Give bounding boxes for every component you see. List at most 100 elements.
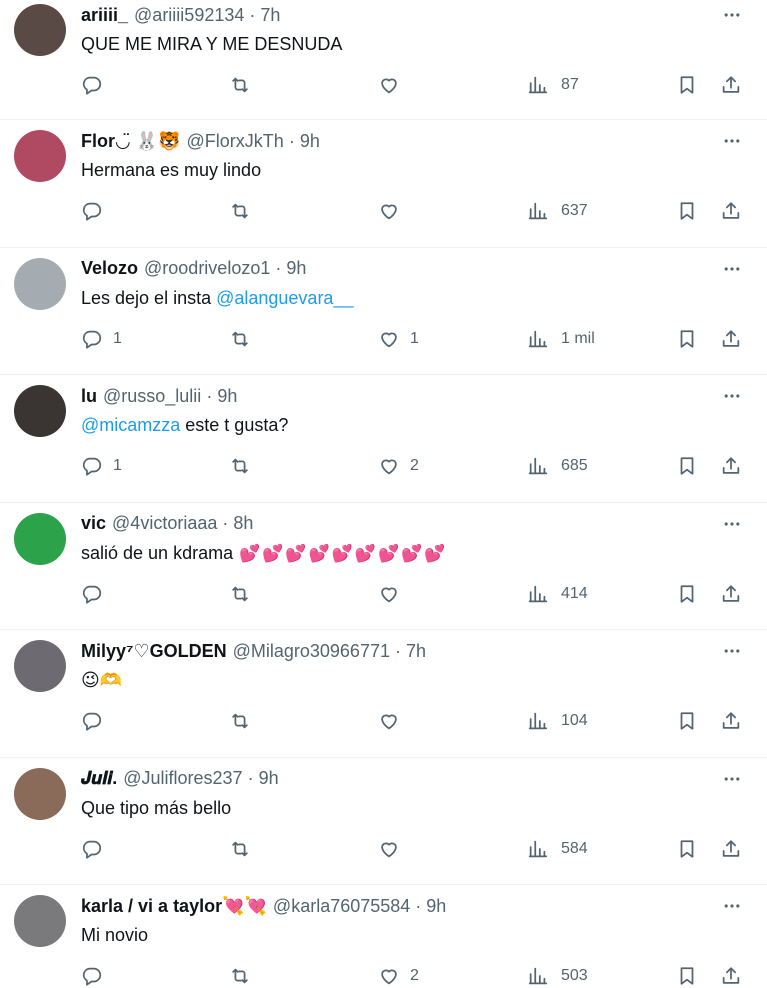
like-button[interactable] — [378, 709, 410, 733]
reply-button[interactable] — [81, 709, 113, 733]
tweet[interactable]: Milyy⁷♡GOLDEN @Milagro30966771 · 7h 😉🫶 1… — [0, 630, 767, 758]
user-handle[interactable]: @russo_lulii — [103, 386, 201, 407]
reply-button[interactable] — [81, 199, 113, 223]
tweet[interactable]: ariiii_ @ariiii592134 · 7h QUE ME MIRA Y… — [0, 0, 767, 120]
bookmark-button[interactable] — [676, 199, 698, 223]
retweet-button[interactable] — [229, 582, 261, 606]
more-options-button[interactable] — [719, 385, 745, 407]
views-button[interactable]: 584 — [527, 837, 588, 861]
user-handle[interactable]: @FlorxJkTh — [187, 131, 284, 152]
share-button[interactable] — [720, 837, 742, 861]
share-button[interactable] — [720, 199, 742, 223]
share-button[interactable] — [720, 964, 742, 988]
retweet-button[interactable] — [229, 199, 261, 223]
tweet[interactable]: Flor ◡̈ 🐰🐯 @FlorxJkTh · 9h Hermana es mu… — [0, 120, 767, 248]
views-button[interactable]: 87 — [527, 73, 579, 97]
reply-button[interactable]: 1 — [81, 327, 122, 351]
display-name[interactable]: 𝑱𝒖𝒍𝒊. — [81, 768, 117, 789]
avatar[interactable] — [14, 385, 66, 437]
user-handle[interactable]: @4victoriaaa — [112, 513, 217, 534]
avatar[interactable] — [14, 895, 66, 947]
avatar[interactable] — [14, 767, 66, 820]
avatar[interactable] — [14, 512, 66, 565]
reply-button[interactable] — [81, 582, 113, 606]
share-button[interactable] — [720, 454, 742, 478]
timestamp[interactable]: 9h — [426, 896, 446, 917]
display-name[interactable]: Flor — [81, 131, 115, 152]
bookmark-button[interactable] — [676, 73, 698, 97]
like-button[interactable]: 2 — [378, 454, 419, 478]
like-button[interactable] — [378, 582, 410, 606]
retweet-button[interactable] — [229, 73, 261, 97]
display-name[interactable]: ariiii_ — [81, 5, 128, 26]
more-options-button[interactable] — [719, 258, 745, 280]
views-button[interactable]: 503 — [527, 964, 588, 988]
bookmark-button[interactable] — [676, 964, 698, 988]
user-handle[interactable]: @ariiii592134 — [134, 5, 244, 26]
more-options-button[interactable] — [719, 4, 745, 26]
tweet[interactable]: karla / vi a taylor 💘💘 @karla76075584 · … — [0, 885, 767, 988]
tweet[interactable]: Velozo @roodrivelozo1 · 9h Les dejo el i… — [0, 248, 767, 375]
timestamp[interactable]: 7h — [406, 641, 426, 662]
display-name[interactable]: karla / vi a taylor — [81, 896, 222, 917]
retweet-button[interactable] — [229, 964, 261, 988]
views-button[interactable]: 1 mil — [527, 327, 595, 351]
tweet[interactable]: 𝑱𝒖𝒍𝒊. @Juliflores237 · 9h Que tipo más b… — [0, 758, 767, 885]
views-button[interactable]: 637 — [527, 199, 588, 223]
like-button[interactable] — [378, 837, 410, 861]
timestamp[interactable]: 9h — [217, 386, 237, 407]
share-button[interactable] — [720, 709, 742, 733]
reply-button[interactable]: 1 — [81, 454, 122, 478]
bookmark-button[interactable] — [676, 454, 698, 478]
more-options-button[interactable] — [719, 895, 745, 917]
retweet-button[interactable] — [229, 837, 261, 861]
mention-link[interactable]: @micamzza — [81, 415, 180, 435]
more-options-button[interactable] — [719, 130, 745, 152]
retweet-button[interactable] — [229, 327, 261, 351]
views-button[interactable]: 104 — [527, 709, 588, 733]
retweet-button[interactable] — [229, 709, 261, 733]
share-button[interactable] — [720, 327, 742, 351]
like-button[interactable] — [378, 73, 410, 97]
display-name[interactable]: lu — [81, 386, 97, 407]
more-options-button[interactable] — [719, 640, 745, 662]
views-button[interactable]: 414 — [527, 582, 588, 606]
reply-button[interactable] — [81, 73, 113, 97]
user-handle[interactable]: @Milagro30966771 — [233, 641, 390, 662]
bookmark-button[interactable] — [676, 709, 698, 733]
timestamp[interactable]: 9h — [286, 258, 306, 279]
timestamp[interactable]: 8h — [233, 513, 253, 534]
like-button[interactable]: 1 — [378, 327, 419, 351]
display-name[interactable]: Milyy⁷♡GOLDEN — [81, 641, 227, 662]
avatar[interactable] — [14, 640, 66, 692]
avatar[interactable] — [14, 257, 66, 310]
like-button[interactable] — [378, 199, 410, 223]
bookmark-button[interactable] — [676, 582, 698, 606]
user-handle[interactable]: @karla76075584 — [273, 896, 410, 917]
display-name[interactable]: Velozo — [81, 258, 138, 279]
user-handle[interactable]: @roodrivelozo1 — [144, 258, 270, 279]
bookmark-button[interactable] — [676, 327, 698, 351]
like-button[interactable]: 2 — [378, 964, 419, 988]
mention-link[interactable]: @alanguevara__ — [216, 288, 353, 308]
bookmark-button[interactable] — [676, 837, 698, 861]
timestamp[interactable]: 7h — [260, 5, 280, 26]
retweet-button[interactable] — [229, 454, 261, 478]
avatar[interactable] — [14, 130, 66, 182]
share-button[interactable] — [720, 582, 742, 606]
more-options-button[interactable] — [719, 513, 745, 535]
timestamp[interactable]: 9h — [259, 768, 279, 789]
reply-button[interactable] — [81, 837, 113, 861]
views-button[interactable]: 685 — [527, 454, 588, 478]
avatar[interactable] — [14, 4, 66, 56]
tweet-text: Mi novio — [81, 923, 727, 947]
share-button[interactable] — [720, 73, 742, 97]
user-handle[interactable]: @Juliflores237 — [123, 768, 242, 789]
tweet[interactable]: lu @russo_lulii · 9h @micamzza este t gu… — [0, 375, 767, 503]
tweet[interactable]: vic @4victoriaaa · 8h salió de un kdrama… — [0, 503, 767, 630]
heart-icon — [381, 842, 397, 857]
timestamp[interactable]: 9h — [300, 131, 320, 152]
reply-button[interactable] — [81, 964, 113, 988]
more-options-button[interactable] — [719, 768, 745, 790]
display-name[interactable]: vic — [81, 513, 106, 534]
